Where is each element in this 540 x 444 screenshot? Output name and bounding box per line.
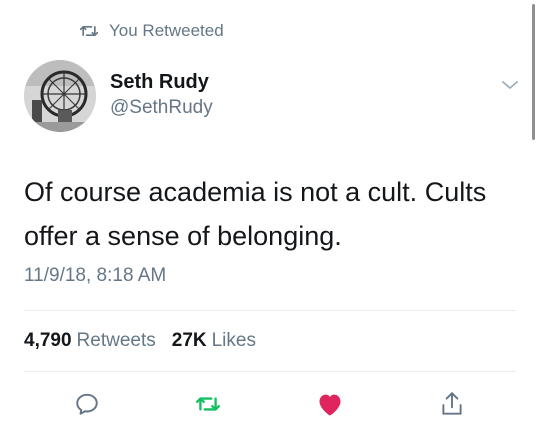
divider: [24, 310, 516, 311]
likes-count[interactable]: 27K: [172, 329, 207, 353]
retweet-context: You Retweeted: [79, 19, 224, 43]
scrollbar[interactable]: [532, 4, 535, 140]
chevron-down-icon[interactable]: [500, 78, 520, 92]
likes-label[interactable]: Likes: [212, 329, 256, 353]
reply-button[interactable]: [72, 389, 102, 419]
retweet-context-label: You Retweeted: [109, 21, 224, 40]
author-block[interactable]: Seth Rudy @SethRudy: [110, 70, 213, 120]
heart-icon: [319, 394, 341, 416]
tweet-text: Of course academia is not a cult. Cults …: [24, 177, 487, 251]
avatar-image: [24, 60, 96, 132]
retweet-icon: [79, 26, 99, 37]
tweet-stats: 4,790 Retweets 27K Likes: [24, 329, 256, 353]
author-display-name[interactable]: Seth Rudy: [110, 70, 213, 94]
divider: [24, 371, 516, 372]
retweet-icon: [195, 397, 221, 411]
author-handle[interactable]: @SethRudy: [110, 96, 213, 120]
retweets-label[interactable]: Retweets: [77, 329, 156, 353]
reply-icon: [76, 393, 98, 415]
retweets-count[interactable]: 4,790: [24, 329, 72, 353]
tweet-timestamp: 11/9/18, 8:18 AM: [24, 265, 167, 286]
avatar[interactable]: [24, 60, 96, 132]
retweet-button[interactable]: [193, 389, 223, 419]
share-icon: [442, 392, 462, 415]
like-button[interactable]: [315, 389, 345, 419]
share-button[interactable]: [437, 389, 467, 419]
